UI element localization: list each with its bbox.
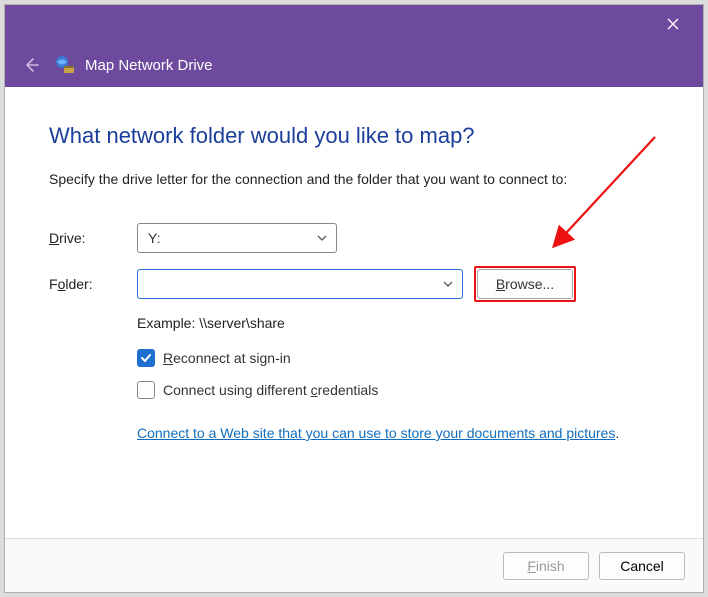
back-arrow-icon bbox=[22, 56, 40, 74]
wizard-title: Map Network Drive bbox=[85, 57, 213, 74]
drive-row: Drive: Y: bbox=[49, 223, 659, 253]
folder-combobox[interactable] bbox=[137, 269, 463, 299]
back-button[interactable] bbox=[17, 51, 45, 79]
page-heading: What network folder would you like to ma… bbox=[49, 123, 659, 149]
cancel-button[interactable]: Cancel bbox=[599, 552, 685, 580]
titlebar-top bbox=[5, 5, 703, 43]
chevron-down-icon bbox=[316, 232, 328, 244]
close-icon bbox=[667, 18, 679, 30]
finish-label: Finish bbox=[527, 558, 564, 574]
folder-label: Folder: bbox=[49, 276, 137, 292]
checkmark-icon bbox=[140, 352, 152, 364]
chevron-down-icon bbox=[442, 278, 454, 290]
web-store-link[interactable]: Connect to a Web site that you can use t… bbox=[137, 425, 615, 441]
network-drive-icon bbox=[55, 55, 75, 75]
drive-value: Y: bbox=[148, 230, 160, 246]
reconnect-label: Reconnect at sign-in bbox=[163, 350, 291, 366]
credentials-checkbox[interactable] bbox=[137, 381, 155, 399]
content-area: What network folder would you like to ma… bbox=[5, 87, 703, 538]
reconnect-checkbox[interactable] bbox=[137, 349, 155, 367]
close-button[interactable] bbox=[651, 8, 695, 40]
example-text: Example: \\server\share bbox=[137, 315, 659, 331]
footer: Finish Cancel bbox=[5, 538, 703, 592]
titlebar-sub: Map Network Drive bbox=[5, 43, 703, 87]
cancel-label: Cancel bbox=[620, 558, 664, 574]
reconnect-row: Reconnect at sign-in bbox=[137, 349, 659, 367]
credentials-label: Connect using different credentials bbox=[163, 382, 378, 398]
credentials-row: Connect using different credentials bbox=[137, 381, 659, 399]
browse-button[interactable]: Browse... bbox=[477, 269, 573, 299]
web-link-line: Connect to a Web site that you can use t… bbox=[137, 413, 659, 441]
drive-label: Drive: bbox=[49, 230, 137, 246]
finish-button[interactable]: Finish bbox=[503, 552, 589, 580]
browse-label: Browse... bbox=[496, 276, 554, 292]
folder-row: Folder: Browse... bbox=[49, 269, 659, 299]
instruction-text: Specify the drive letter for the connect… bbox=[49, 171, 659, 187]
drive-select[interactable]: Y: bbox=[137, 223, 337, 253]
